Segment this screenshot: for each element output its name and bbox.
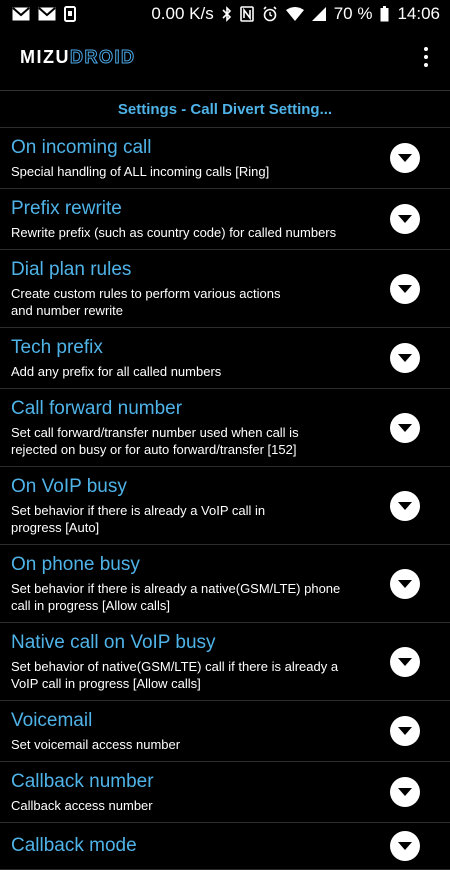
setting-item-title: Callback number: [11, 771, 154, 792]
chevron-down-icon[interactable]: [390, 343, 420, 373]
setting-item-subtitle: Create custom rules to perform various a…: [11, 286, 281, 318]
chevron-down-icon[interactable]: [390, 777, 420, 807]
setting-item[interactable]: On incoming call Special handling of ALL …: [0, 128, 450, 189]
status-bar: 0.00 K/s 70 % 14:06: [0, 0, 450, 28]
bluetooth-icon: [222, 6, 232, 22]
setting-item[interactable]: Callback number Callback access number: [0, 762, 450, 823]
setting-item[interactable]: On VoIP busy Set behavior if there is alr…: [0, 467, 450, 545]
battery-percent: 70 %: [333, 4, 373, 23]
setting-item-subtitle: Set behavior if there is already a nativ…: [11, 581, 341, 613]
setting-item-text: Prefix rewrite Rewrite prefix (such as co…: [11, 197, 390, 241]
setting-item-text: On VoIP busy Set behavior if there is alr…: [11, 475, 390, 536]
setting-item-subtitle: Rewrite prefix (such as country code) fo…: [11, 225, 337, 240]
battery-icon: [380, 6, 389, 22]
chevron-down-icon[interactable]: [390, 273, 420, 304]
setting-item-subtitle: Set voicemail access number: [11, 737, 181, 752]
chevron-down-icon[interactable]: [390, 412, 420, 443]
gmail-icon: [12, 7, 30, 21]
setting-item-title: Callback mode: [11, 835, 137, 856]
setting-item-title: Native call on VoIP busy: [11, 632, 216, 653]
chevron-down-icon[interactable]: [390, 204, 420, 234]
logo-text-primary: MIZU: [20, 46, 70, 67]
chevron-down-icon[interactable]: [390, 646, 420, 677]
setting-item-title: Tech prefix: [11, 337, 103, 358]
page-title: Settings - Call Divert Setting...: [0, 91, 450, 128]
chevron-down-icon[interactable]: [390, 716, 420, 746]
chevron-down-icon[interactable]: [390, 568, 420, 599]
setting-item-text: On incoming call Special handling of ALL …: [11, 136, 390, 180]
setting-item-title: Voicemail: [11, 710, 93, 731]
setting-item-subtitle: Set call forward/transfer number used wh…: [11, 425, 299, 457]
setting-item[interactable]: Tech prefix Add any prefix for all called…: [0, 328, 450, 389]
alarm-icon: [262, 6, 278, 22]
clock: 14:06: [397, 4, 440, 23]
setting-item-title: On VoIP busy: [11, 476, 127, 497]
gmail-icon: [38, 7, 56, 21]
network-speed: 0.00 K/s: [151, 4, 214, 23]
setting-item[interactable]: On phone busy Set behavior if there is al…: [0, 545, 450, 623]
setting-item-text: Callback number Callback access number: [11, 770, 390, 814]
setting-item-title: Call forward number: [11, 398, 183, 419]
app-logo: MIZU DROID: [20, 46, 136, 68]
setting-item-text: Native call on VoIP busy Set behavior of …: [11, 631, 390, 692]
status-right: 0.00 K/s 70 % 14:06: [151, 4, 440, 24]
setting-item-text: Dial plan rules Create custom rules to pe…: [11, 258, 390, 319]
chevron-down-icon[interactable]: [390, 143, 420, 173]
overflow-menu-icon[interactable]: [416, 42, 436, 72]
setting-item-title: On phone busy: [11, 554, 140, 575]
cell-signal-icon: [311, 7, 326, 21]
setting-item[interactable]: Native call on VoIP busy Set behavior of …: [0, 623, 450, 701]
setting-item-title: Dial plan rules: [11, 259, 132, 280]
nfc-icon: [239, 6, 254, 22]
wifi-icon: [285, 7, 304, 21]
settings-list: On incoming call Special handling of ALL …: [0, 128, 450, 870]
setting-item-title: On incoming call: [11, 137, 152, 158]
chevron-down-icon[interactable]: [390, 490, 420, 521]
setting-item-subtitle: Add any prefix for all called numbers: [11, 364, 222, 379]
setting-item[interactable]: Dial plan rules Create custom rules to pe…: [0, 250, 450, 328]
status-left: [12, 6, 76, 22]
setting-item-text: Voicemail Set voicemail access number: [11, 709, 390, 753]
chevron-down-icon[interactable]: [390, 831, 420, 861]
setting-item-title: Prefix rewrite: [11, 198, 122, 219]
setting-item[interactable]: Callback mode: [0, 823, 450, 870]
logo-text-secondary: DROID: [70, 46, 136, 67]
app-bar: MIZU DROID: [0, 28, 450, 86]
setting-item-subtitle: Set behavior if there is already a VoIP …: [11, 503, 266, 535]
setting-item-subtitle: Set behavior of native(GSM/LTE) call if …: [11, 659, 339, 691]
setting-item-text: Tech prefix Add any prefix for all called…: [11, 336, 390, 380]
setting-item-subtitle: Special handling of ALL incoming calls […: [11, 164, 270, 179]
setting-item-text: Callback mode: [11, 834, 390, 858]
setting-item-text: Call forward number Set call forward/tran…: [11, 397, 390, 458]
setting-item[interactable]: Call forward number Set call forward/tran…: [0, 389, 450, 467]
setting-item-text: On phone busy Set behavior if there is al…: [11, 553, 390, 614]
setting-item[interactable]: Voicemail Set voicemail access number: [0, 701, 450, 762]
setting-item[interactable]: Prefix rewrite Rewrite prefix (such as co…: [0, 189, 450, 250]
sim-card-icon: [64, 6, 76, 22]
